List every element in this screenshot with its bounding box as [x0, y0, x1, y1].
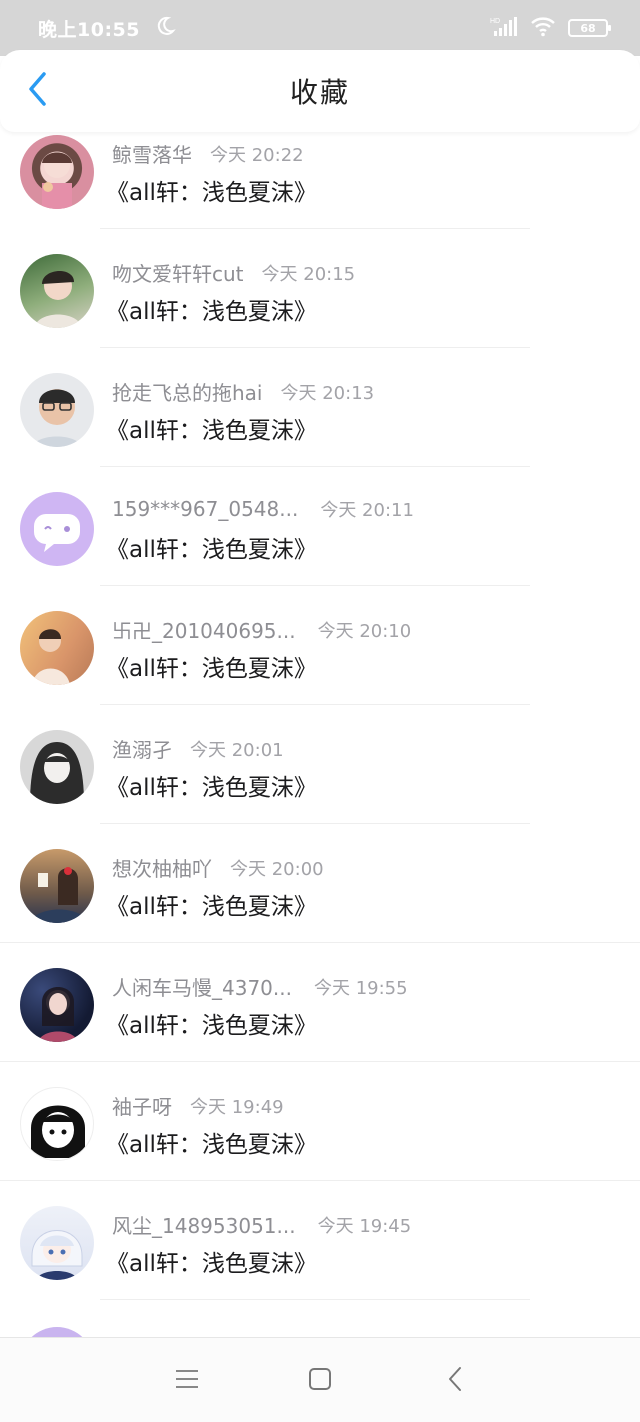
svg-text:HD: HD [490, 18, 500, 25]
divider [100, 347, 530, 348]
author-name[interactable]: 鲸雪落华 [112, 139, 192, 168]
header: 收藏 [0, 50, 640, 132]
battery-icon: 68 [568, 19, 611, 37]
timestamp: 今天 20:10 [317, 620, 412, 642]
page-title: 收藏 [289, 76, 350, 109]
status-right: HD 68 [490, 15, 611, 41]
menu-button[interactable] [167, 1366, 207, 1396]
list-item[interactable]: 想次柚柚吖 今天 20:00 《all轩：浅色夏沫》 [0, 846, 640, 965]
list-item[interactable]: 风尘_148953051... 今天 19:45 《all轩：浅色夏沫》 [0, 1203, 640, 1322]
status-time: 晚上10:55 [38, 18, 140, 41]
author-name[interactable]: 风尘_148953051... [112, 1210, 296, 1239]
divider [100, 1299, 530, 1300]
item-meta: 卐卍_201040695... 今天 20:10 [112, 615, 411, 644]
divider [0, 1061, 640, 1062]
back-button[interactable] [18, 70, 58, 112]
timestamp: 今天 19:49 [190, 1096, 284, 1118]
status-left: 晚上10:55 [38, 15, 176, 42]
avatar[interactable] [20, 492, 94, 566]
item-meta: 159***967_0548... 今天 20:11 [112, 496, 414, 522]
avatar[interactable] [20, 1327, 94, 1337]
avatar[interactable] [20, 730, 94, 804]
item-title[interactable]: 《all轩：浅色夏沫》 [106, 1244, 317, 1278]
item-meta: 袖子呀 今天 19:49 [112, 1091, 284, 1120]
avatar[interactable] [20, 1087, 94, 1161]
author-name[interactable]: 想次柚柚吖 [112, 853, 212, 882]
divider [100, 228, 530, 229]
timestamp: 今天 20:11 [320, 500, 414, 521]
item-meta: 渔溺孑 今天 20:01 [112, 734, 284, 763]
favorites-list: 鲸雪落华 今天 20:22 《all轩：浅色夏沫》 吻文爱轩轩cut 今天 20… [0, 132, 640, 1337]
author-name[interactable]: 吻文爱轩轩cut [112, 258, 244, 287]
item-title[interactable]: 《all轩：浅色夏沫》 [106, 173, 317, 207]
item-title[interactable]: 《all轩：浅色夏沫》 [106, 292, 317, 326]
item-title[interactable]: 《all轩：浅色夏沫》 [106, 649, 317, 683]
list-item[interactable]: 渔溺孑 今天 20:01 《all轩：浅色夏沫》 [0, 727, 640, 846]
avatar[interactable] [20, 849, 94, 923]
item-title[interactable]: 《all轩：浅色夏沫》 [106, 411, 317, 445]
system-back-button[interactable] [435, 1366, 475, 1396]
divider [100, 466, 530, 467]
divider [100, 823, 530, 824]
item-title[interactable]: 《all轩：浅色夏沫》 [106, 887, 317, 921]
timestamp: 今天 19:55 [313, 977, 408, 999]
timestamp: 今天 20:13 [280, 382, 375, 404]
wifi-icon [530, 15, 556, 41]
timestamp: 今天 19:45 [317, 1215, 412, 1237]
author-name[interactable]: 渔溺孑 [112, 734, 172, 763]
avatar[interactable] [20, 135, 94, 209]
divider [0, 942, 640, 943]
item-meta: 人闲车马慢_4370... 今天 19:55 [112, 972, 408, 1001]
item-meta: 抢走飞总的拖hai 今天 20:13 [112, 377, 374, 406]
timestamp: 今天 20:01 [190, 739, 284, 761]
list-item[interactable]: 人闲车马慢_4370... 今天 19:55 《all轩：浅色夏沫》 [0, 965, 640, 1084]
avatar[interactable] [20, 1206, 94, 1280]
system-nav-bar [0, 1337, 640, 1422]
avatar[interactable] [20, 254, 94, 328]
timestamp: 今天 20:00 [230, 858, 324, 880]
item-title[interactable]: 《all轩：浅色夏沫》 [106, 1125, 317, 1159]
list-item[interactable]: 卐卍_201040695... 今天 20:10 《all轩：浅色夏沫》 [0, 608, 640, 727]
signal-hd-icon: HD [490, 15, 518, 41]
author-name[interactable]: 人闲车马慢_4370... [112, 972, 292, 1001]
item-meta: 风尘_148953051... 今天 19:45 [112, 1210, 411, 1239]
moon-icon [154, 15, 176, 41]
home-button[interactable] [300, 1366, 340, 1396]
avatar[interactable] [20, 611, 94, 685]
timestamp: 今天 20:22 [210, 144, 304, 166]
author-name[interactable]: 袖子呀 [112, 1091, 172, 1120]
list-item[interactable]: 吻文爱轩轩cut 今天 20:15 《all轩：浅色夏沫》 [0, 251, 640, 370]
divider [100, 585, 530, 586]
item-meta: 鲸雪落华 今天 20:22 [112, 139, 304, 168]
list-item[interactable]: 159***967_0548... 今天 20:11 《all轩：浅色夏沫》 [0, 489, 640, 608]
item-meta: 想次柚柚吖 今天 20:00 [112, 853, 324, 882]
item-title[interactable]: 《all轩：浅色夏沫》 [106, 768, 317, 802]
back-triangle-icon [447, 1366, 463, 1396]
timestamp: 今天 20:15 [261, 263, 356, 285]
list-item[interactable]: 袖子呀 今天 19:49 《all轩：浅色夏沫》 [0, 1084, 640, 1203]
chevron-left-icon [27, 71, 49, 111]
author-name[interactable]: 159***967_0548... [112, 497, 298, 521]
author-name[interactable]: 抢走飞总的拖hai [112, 377, 263, 406]
item-title[interactable]: 《all轩：浅色夏沫》 [106, 1006, 317, 1040]
list-item[interactable]: 抢走飞总的拖hai 今天 20:13 《all轩：浅色夏沫》 [0, 370, 640, 489]
status-bar: 晚上10:55 HD 68 [0, 0, 640, 56]
avatar[interactable] [20, 968, 94, 1042]
battery-level: 68 [580, 21, 596, 35]
author-name[interactable]: 卐卍_201040695... [112, 615, 296, 644]
avatar[interactable] [20, 373, 94, 447]
item-title[interactable]: 《all轩：浅色夏沫》 [106, 530, 317, 564]
list-item[interactable]: 鲸雪落华 今天 20:22 《all轩：浅色夏沫》 [0, 132, 640, 251]
home-square-icon [308, 1367, 332, 1395]
item-meta: 吻文爱轩轩cut 今天 20:15 [112, 258, 355, 287]
divider [100, 704, 530, 705]
menu-icon [175, 1368, 199, 1394]
divider [0, 1180, 640, 1181]
